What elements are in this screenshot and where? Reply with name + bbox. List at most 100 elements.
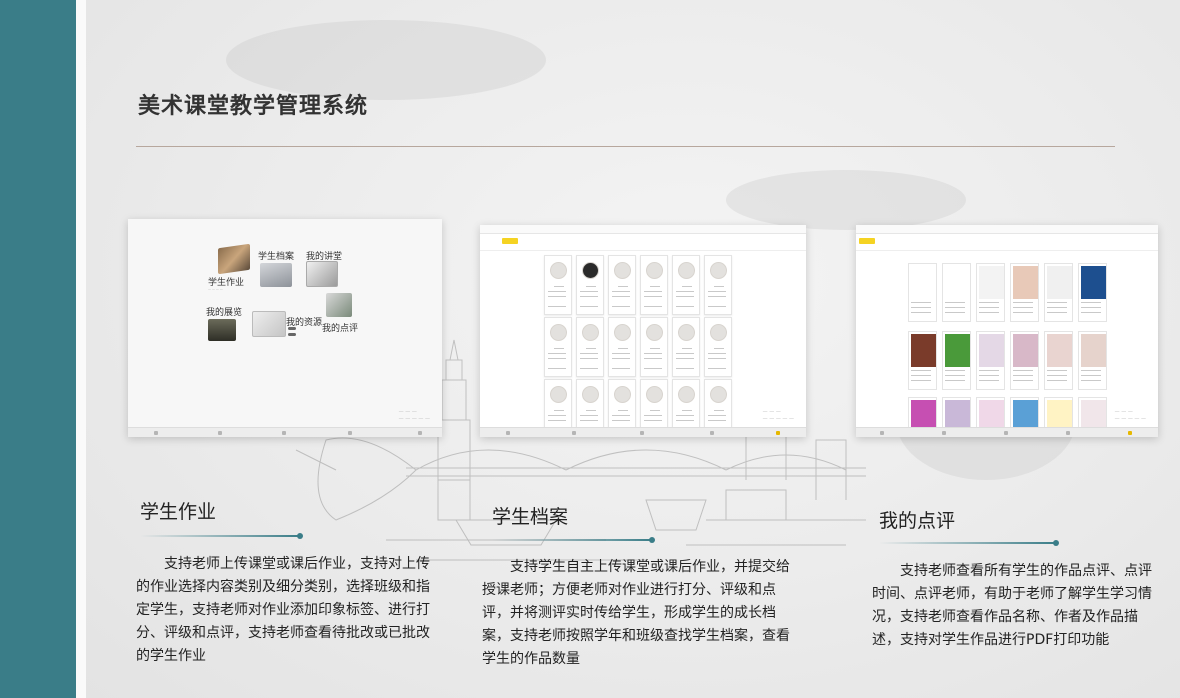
text-line: [676, 358, 694, 359]
text-line: [1013, 312, 1033, 313]
student-card[interactable]: [704, 317, 732, 377]
text-line: [979, 307, 999, 308]
mini-tab[interactable]: [914, 238, 930, 244]
mini-tab[interactable]: [896, 238, 912, 244]
tile-label-exhibition[interactable]: 我的展览: [206, 305, 242, 318]
section-desc-archive: 支持学生自主上传课堂或课后作业，并提交给授课老师；方便老师对作业进行打分、评级和…: [482, 559, 790, 667]
student-card[interactable]: [576, 255, 604, 315]
mini-tab[interactable]: [542, 238, 558, 244]
student-avatar: [582, 262, 599, 279]
text-line: [945, 302, 965, 303]
tile-label-review[interactable]: 我的点评: [322, 321, 358, 334]
mini-titlebar: [856, 225, 1158, 234]
mini-tab[interactable]: [950, 238, 966, 244]
student-card[interactable]: [608, 255, 636, 315]
artwork-thumbnail: [979, 334, 1004, 367]
artwork-card[interactable]: [942, 331, 971, 390]
artwork-thumbnail: [945, 266, 970, 299]
student-card[interactable]: [544, 255, 572, 315]
text-line: [1047, 307, 1067, 308]
text-line: [580, 420, 598, 421]
text-line: [586, 348, 596, 349]
mini-tab[interactable]: [484, 238, 500, 244]
mini-tab[interactable]: [932, 238, 948, 244]
side-gap: [76, 0, 86, 698]
mini-tab[interactable]: [562, 238, 578, 244]
text-line: [548, 353, 566, 354]
student-card[interactable]: [672, 255, 700, 315]
slide-stage: 美术课堂教学管理系统 学生作业 — — — — 学生档案 我的讲堂 我的展览 我…: [86, 0, 1180, 698]
text-line: [580, 306, 598, 307]
student-avatar: [614, 324, 631, 341]
student-avatar: [550, 386, 567, 403]
section-underline-homework: [140, 533, 303, 539]
artwork-card[interactable]: [1044, 331, 1073, 390]
artwork-card[interactable]: [908, 263, 937, 322]
student-card[interactable]: [640, 317, 668, 377]
mini-tab[interactable]: [582, 238, 598, 244]
my-exhibition-icon: [208, 319, 236, 341]
text-line: [945, 375, 965, 376]
mini-tab[interactable]: [602, 238, 618, 244]
text-line: [1047, 312, 1067, 313]
text-line: [548, 306, 566, 307]
student-avatar: [678, 262, 695, 279]
text-line: [650, 348, 660, 349]
screenshot-review: — — — — — — — —: [856, 225, 1158, 437]
text-line: [676, 368, 694, 369]
text-line: [682, 410, 692, 411]
artwork-thumbnail: [1081, 334, 1106, 367]
student-card[interactable]: [544, 317, 572, 377]
artwork-card[interactable]: [942, 263, 971, 322]
artwork-thumbnail: [945, 334, 970, 367]
text-line: [580, 353, 598, 354]
text-line: [979, 380, 999, 381]
text-line: [1081, 380, 1101, 381]
student-card[interactable]: [672, 317, 700, 377]
mini-tab[interactable]: [522, 238, 538, 244]
text-line: [1047, 302, 1067, 303]
screenshot-taskbar: [856, 427, 1158, 437]
student-card[interactable]: [576, 317, 604, 377]
student-avatar: [582, 386, 599, 403]
section-title-archive: 学生档案: [492, 506, 569, 528]
text-line: [1081, 312, 1101, 313]
artwork-card[interactable]: [1044, 263, 1073, 322]
text-line: [618, 348, 628, 349]
text-line: [644, 368, 662, 369]
mini-tab-active[interactable]: [502, 238, 518, 244]
artwork-card[interactable]: [1078, 331, 1107, 390]
text-line: [708, 353, 726, 354]
artwork-card[interactable]: [1010, 331, 1039, 390]
student-avatar: [550, 262, 567, 279]
mini-tab[interactable]: [878, 238, 894, 244]
text-line: [911, 370, 931, 371]
artwork-thumbnail: [911, 334, 936, 367]
text-line: [1047, 370, 1067, 371]
artwork-thumbnail: [1013, 266, 1038, 299]
artwork-card[interactable]: [976, 263, 1005, 322]
text-line: [644, 296, 662, 297]
artwork-card[interactable]: [908, 331, 937, 390]
artwork-card[interactable]: [976, 331, 1005, 390]
student-card[interactable]: [640, 255, 668, 315]
text-line: [911, 380, 931, 381]
text-line: [1013, 375, 1033, 376]
text-line: [612, 291, 630, 292]
mini-tab[interactable]: [968, 238, 984, 244]
text-line: [612, 353, 630, 354]
mini-tab-active[interactable]: [859, 238, 875, 244]
text-line: [612, 368, 630, 369]
text-line: [644, 358, 662, 359]
text-line: [580, 291, 598, 292]
tile-label-archive[interactable]: 学生档案: [258, 249, 294, 262]
student-card[interactable]: [608, 317, 636, 377]
resources-tag-icon: [288, 333, 296, 336]
text-line: [676, 306, 694, 307]
page-title: 美术课堂教学管理系统: [138, 94, 369, 119]
artwork-card[interactable]: [1078, 263, 1107, 322]
student-card[interactable]: [704, 255, 732, 315]
text-line: [911, 307, 931, 308]
artwork-card[interactable]: [1010, 263, 1039, 322]
text-line: [554, 348, 564, 349]
